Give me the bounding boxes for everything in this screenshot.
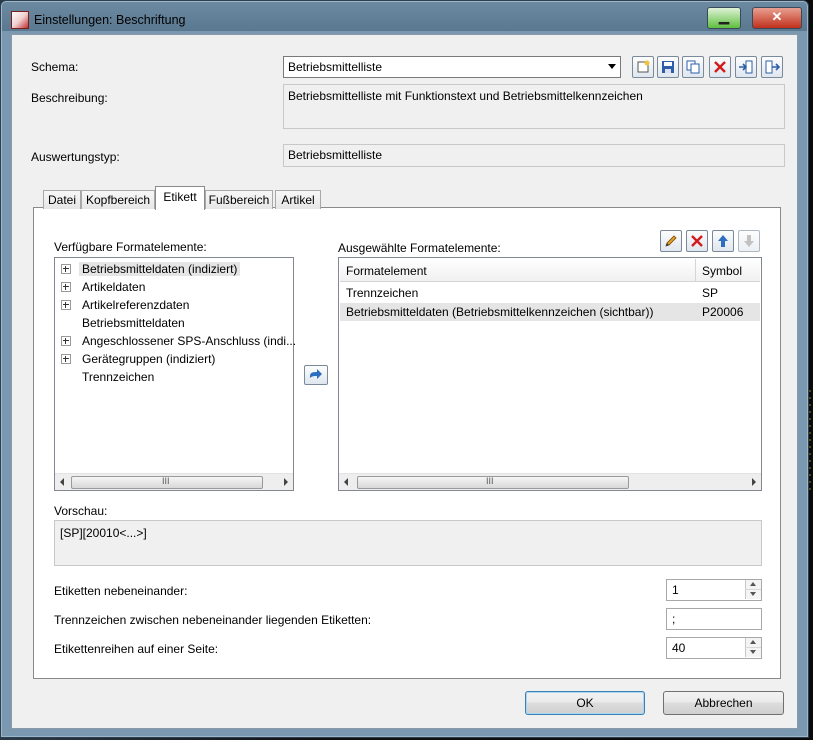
pencil-icon (665, 235, 677, 247)
evaluation-type-label: Auswertungstyp: (31, 150, 120, 164)
remove-element-button[interactable] (686, 230, 708, 252)
stepper-up-icon[interactable] (745, 638, 761, 648)
expand-icon[interactable] (61, 354, 71, 364)
scroll-left-icon[interactable] (60, 478, 64, 486)
delete-icon (691, 235, 703, 247)
window-title: Einstellungen: Beschriftung (34, 13, 186, 27)
tree-item-geraetegruppen[interactable]: Gerätegruppen (indiziert) (59, 351, 293, 367)
cancel-button[interactable]: Abbrechen (663, 691, 784, 715)
selected-horizontal-scrollbar[interactable]: III (339, 473, 761, 490)
table-row[interactable]: Betriebsmitteldaten (Betriebsmittelkennz… (340, 303, 760, 321)
minimize-button[interactable]: ▁ (707, 7, 741, 29)
export-schema-button[interactable] (761, 56, 783, 78)
preview-value: [SP][20010<...>] (60, 526, 147, 540)
table-row[interactable]: Trennzeichen SP (340, 284, 760, 302)
expand-icon[interactable] (61, 336, 71, 346)
move-down-button[interactable] (738, 230, 760, 252)
import-icon (739, 60, 753, 74)
tab-kopfbereich[interactable]: Kopfbereich (81, 190, 155, 209)
description-label: Beschreibung: (31, 91, 108, 105)
delete-schema-button[interactable] (709, 56, 731, 78)
evaluation-type-value: Betriebsmittelliste (288, 148, 383, 162)
rows-per-page-stepper[interactable]: 40 (666, 637, 762, 659)
arrow-right-icon (310, 369, 322, 379)
tab-datei[interactable]: Datei (43, 190, 81, 209)
labels-side-by-side-stepper[interactable]: 1 (666, 579, 762, 601)
tree-item-trennzeichen[interactable]: Trennzeichen (59, 369, 293, 385)
edit-element-button[interactable] (660, 230, 682, 252)
tree-item-artikelreferenzdaten[interactable]: Artikelreferenzdaten (59, 297, 293, 313)
tree-item-betriebsmitteldaten[interactable]: Betriebsmitteldaten (59, 315, 293, 331)
available-horizontal-scrollbar[interactable]: III (55, 473, 293, 490)
preview-label: Vorschau: (54, 504, 108, 518)
copy-icon (686, 60, 700, 74)
rows-per-page-label: Etikettenreihen auf einer Seite: (54, 642, 219, 656)
tab-artikel[interactable]: Artikel (275, 190, 321, 209)
stepper-down-icon[interactable] (745, 590, 761, 599)
available-elements-label: Verfügbare Formatelemente: (54, 240, 207, 254)
stepper-up-icon[interactable] (745, 580, 761, 590)
import-schema-button[interactable] (735, 56, 757, 78)
schema-label: Schema: (31, 60, 79, 74)
labels-side-by-side-label: Etiketten nebeneinander: (54, 584, 188, 598)
tree-item-artikeldaten[interactable]: Artikeldaten (59, 279, 293, 295)
separator-input[interactable]: ; (666, 608, 762, 630)
selected-elements-grid[interactable]: Formatelement Symbol Trennzeichen SP Bet… (338, 257, 762, 491)
title-bar[interactable]: Einstellungen: Beschriftung ▁ ✕ (1, 1, 808, 33)
schema-select-value: Betriebsmittelliste (288, 60, 383, 74)
save-schema-button[interactable] (657, 56, 679, 78)
app-icon (11, 11, 29, 29)
copy-schema-button[interactable] (682, 56, 704, 78)
chevron-down-icon (608, 64, 616, 69)
tab-fussbereich[interactable]: Fußbereich (205, 190, 273, 209)
ok-button[interactable]: OK (525, 691, 645, 715)
minimize-icon: ▁ (719, 9, 729, 24)
schema-select[interactable]: Betriebsmittelliste (283, 56, 621, 78)
arrow-down-icon (744, 235, 754, 247)
scrollbar-thumb[interactable]: III (71, 476, 263, 489)
description-value: Betriebsmittelliste mit Funktionstext un… (288, 89, 643, 103)
tree-item-betriebsmitteldaten-indiziert[interactable]: Betriebsmitteldaten (indiziert) (59, 261, 293, 277)
new-icon (637, 60, 650, 73)
available-elements-tree[interactable]: Betriebsmitteldaten (indiziert) Artikeld… (54, 257, 296, 491)
preview-field: [SP][20010<...>] (54, 520, 762, 566)
expand-icon[interactable] (61, 300, 71, 310)
scroll-right-icon[interactable] (284, 478, 288, 486)
add-element-button[interactable] (304, 365, 328, 385)
tab-etikett[interactable]: Etikett (155, 186, 205, 210)
move-up-button[interactable] (712, 230, 734, 252)
new-schema-button[interactable] (632, 56, 654, 78)
export-icon (765, 60, 780, 74)
separator-label: Trennzeichen zwischen nebeneinander lieg… (54, 613, 372, 627)
close-button[interactable]: ✕ (752, 7, 802, 29)
save-icon (662, 61, 674, 73)
expand-icon[interactable] (61, 282, 71, 292)
column-header-formatelement[interactable]: Formatelement (340, 259, 696, 281)
scroll-right-icon[interactable] (752, 478, 756, 486)
stepper-down-icon[interactable] (745, 648, 761, 657)
description-field[interactable]: Betriebsmittelliste mit Funktionstext un… (283, 84, 785, 129)
arrow-up-icon (718, 235, 728, 247)
expand-icon[interactable] (61, 264, 71, 274)
grid-header: Formatelement Symbol (340, 259, 760, 282)
delete-icon (714, 61, 726, 73)
selected-elements-label: Ausgewählte Formatelemente: (338, 241, 501, 255)
scroll-left-icon[interactable] (344, 478, 348, 486)
scrollbar-thumb[interactable]: III (357, 476, 629, 489)
close-icon: ✕ (771, 9, 783, 24)
tree-item-sps-anschluss[interactable]: Angeschlossener SPS-Anschluss (indi... (59, 333, 296, 349)
evaluation-type-field: Betriebsmittelliste (283, 144, 785, 167)
column-header-symbol[interactable]: Symbol (696, 259, 760, 281)
